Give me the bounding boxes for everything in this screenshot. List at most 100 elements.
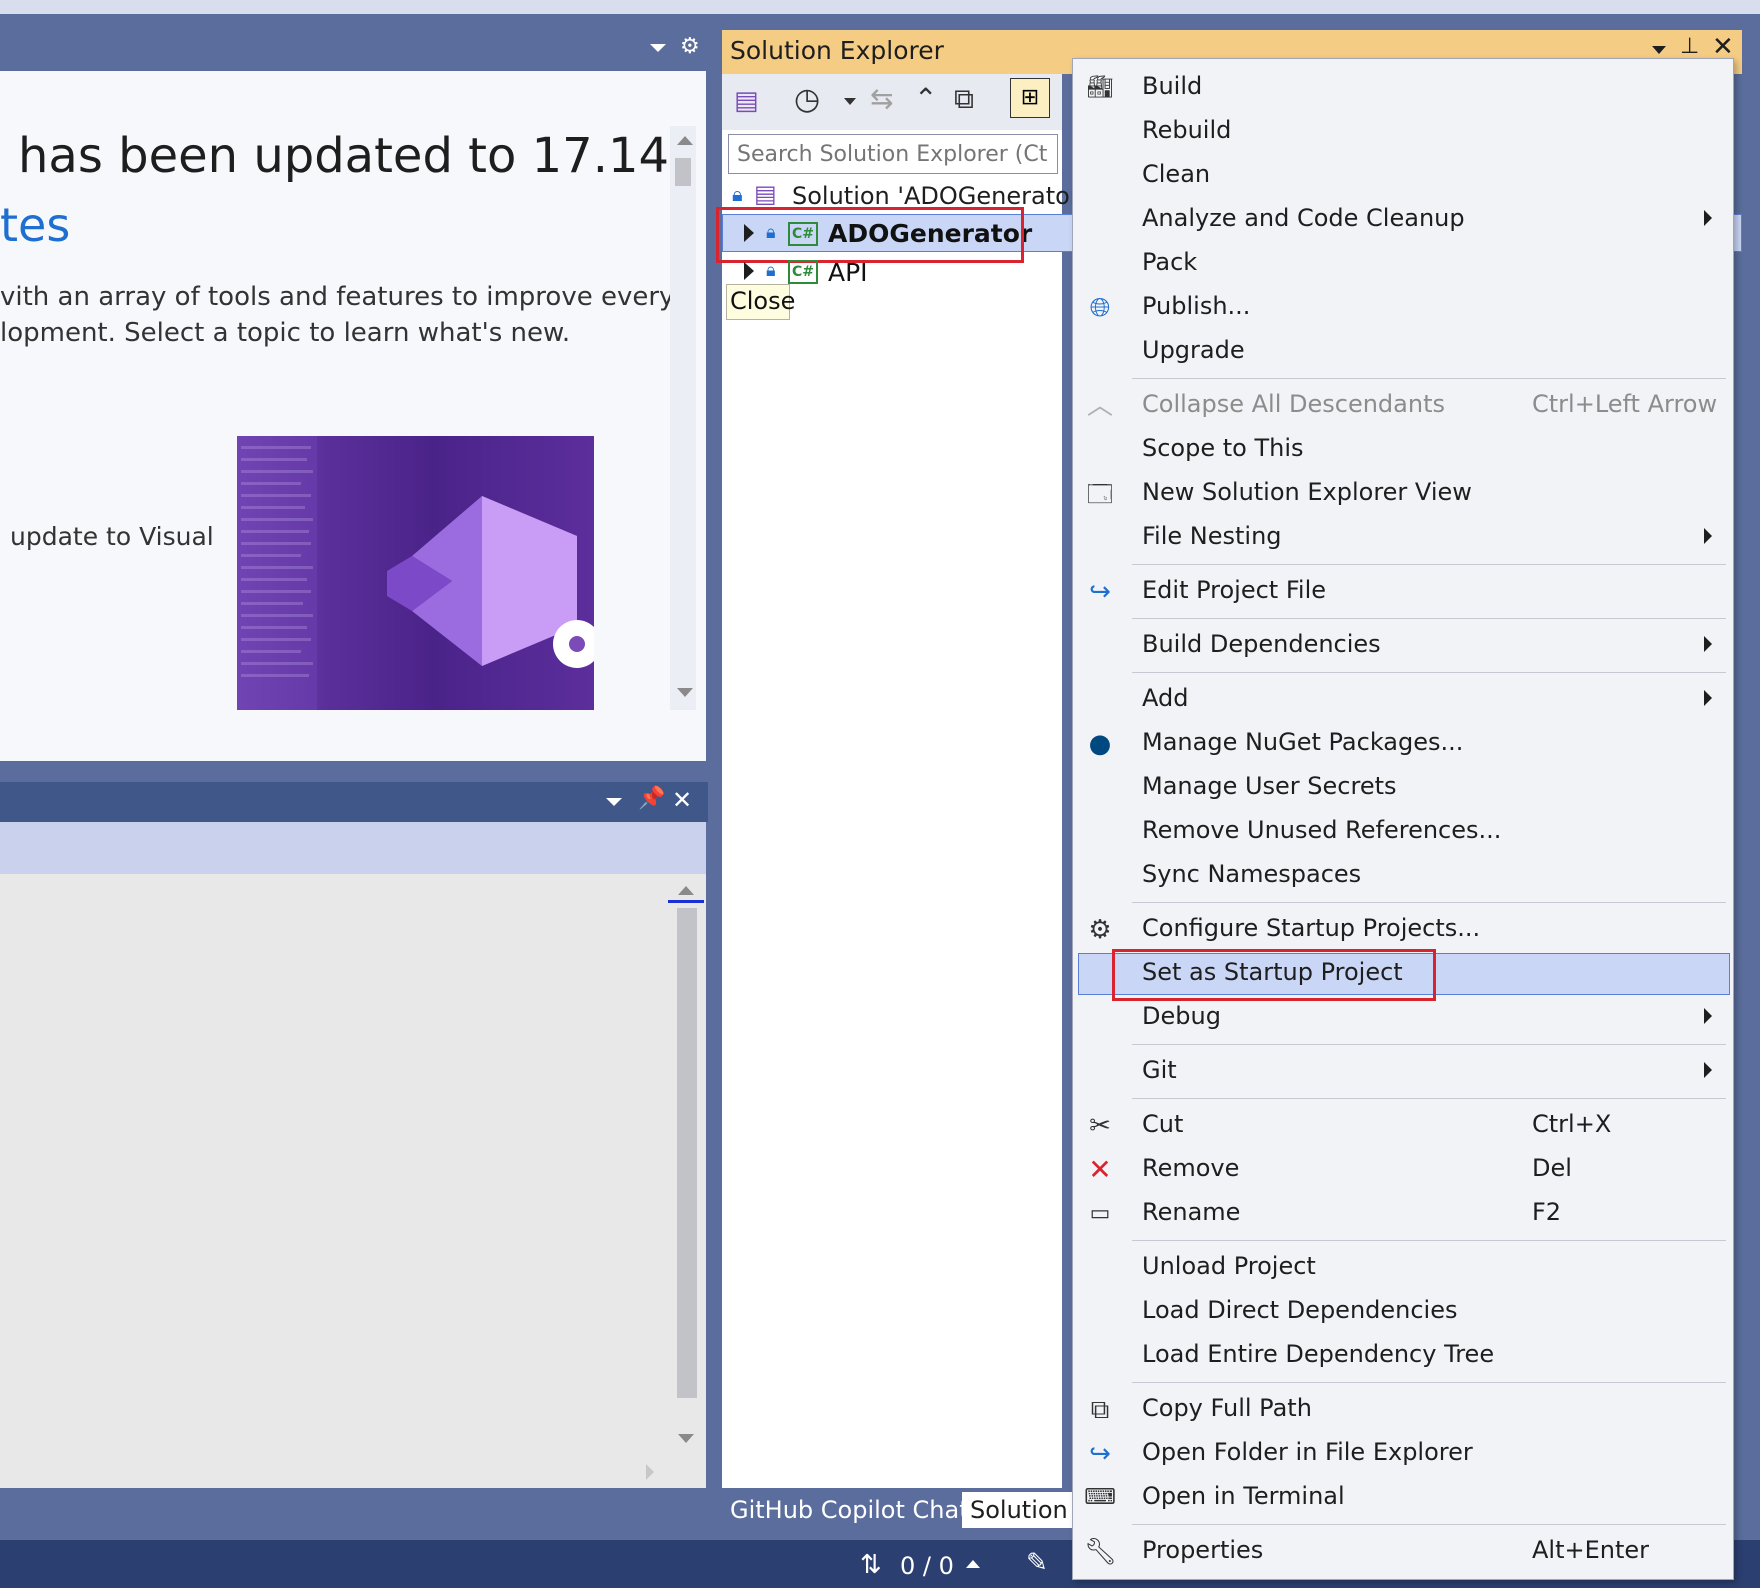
menu-item-manage-nuget-packages[interactable]: ● Manage NuGet Packages... — [1074, 724, 1730, 766]
menu-separator — [1132, 1524, 1726, 1525]
filter-icon[interactable]: ⊞ — [1010, 78, 1050, 118]
menu-item-open-folder-in-file-explorer[interactable]: ↪ Open Folder in File Explorer — [1074, 1434, 1730, 1476]
menu-separator — [1132, 1098, 1726, 1099]
menu-item-git[interactable]: Git — [1074, 1052, 1730, 1094]
menu-item-configure-startup-projects[interactable]: ⚙ Configure Startup Projects... — [1074, 910, 1730, 952]
submenu-arrow-icon — [1704, 210, 1712, 226]
menu-item-edit-project-file[interactable]: ↪ Edit Project File — [1074, 572, 1730, 614]
description-line-2: lopment. Select a topic to learn what's … — [0, 318, 571, 348]
submenu-arrow-icon — [1704, 690, 1712, 706]
annotation-box — [1112, 949, 1436, 1001]
submenu-arrow-icon — [1704, 528, 1712, 544]
chevron-up-icon: ︿ — [1086, 391, 1113, 421]
menu-item-rebuild[interactable]: Rebuild — [1074, 112, 1730, 154]
solution-explorer-toolbar: ▤ ◷ ⇆ ⌃ ⧉ ⊞ — [722, 74, 1062, 130]
pin-icon[interactable]: ⊥ — [1680, 34, 1699, 59]
visual-studio-promo-image — [237, 436, 594, 710]
menu-item-copy-full-path[interactable]: ⧉ Copy Full Path — [1074, 1390, 1730, 1432]
menu-item-properties[interactable]: 🔧︎ Properties Alt+Enter — [1074, 1532, 1730, 1574]
menu-item-new-solution-explorer-view[interactable]: 🗔︎ New Solution Explorer View — [1074, 474, 1730, 516]
menu-separator — [1132, 378, 1726, 379]
sync-arrows-icon[interactable]: ⇅ — [860, 1550, 882, 1580]
top-strip — [0, 0, 1760, 14]
submenu-arrow-icon — [1704, 636, 1712, 652]
scroll-up-icon[interactable] — [678, 886, 694, 895]
menu-separator — [1132, 1382, 1726, 1383]
terminal-icon: ⌨ — [1084, 1485, 1116, 1510]
menu-item-pack[interactable]: Pack — [1074, 244, 1730, 286]
nuget-icon: ● — [1088, 729, 1112, 759]
history-icon[interactable]: ◷ — [794, 82, 820, 117]
sync-count[interactable]: 0 / 0 — [900, 1552, 954, 1580]
whats-new-scrollbar[interactable] — [670, 126, 696, 710]
menu-item-analyze-code-cleanup[interactable]: Analyze and Code Cleanup — [1074, 200, 1730, 242]
lock-icon: 🔒︎ — [766, 260, 776, 281]
redo-arrow-icon: ↪ — [1089, 577, 1111, 607]
menu-item-publish[interactable]: 🌐︎ Publish... — [1074, 288, 1730, 330]
scroll-right-icon[interactable] — [646, 1464, 654, 1480]
gear-icon: ⚙ — [1088, 915, 1112, 945]
dropdown-icon[interactable] — [844, 98, 856, 105]
tab-solution-explorer[interactable]: Solution E — [962, 1492, 1072, 1528]
scrollbar-thumb[interactable] — [675, 158, 691, 186]
close-icon[interactable]: ✕ — [672, 786, 692, 814]
menu-item-rename[interactable]: ▭ Rename F2 — [1074, 1194, 1730, 1236]
lock-icon: 🔒︎ — [732, 182, 743, 206]
rename-icon: ▭ — [1089, 1201, 1111, 1226]
project-name[interactable]: API — [828, 258, 868, 287]
pin-icon[interactable]: 📌 — [638, 786, 665, 811]
pencil-icon[interactable]: ✎ — [1026, 1548, 1048, 1578]
gear-icon[interactable]: ⚙ — [680, 34, 700, 59]
menu-item-add[interactable]: Add — [1074, 680, 1730, 722]
menu-item-manage-user-secrets[interactable]: Manage User Secrets — [1074, 768, 1730, 810]
menu-item-debug[interactable]: Debug — [1074, 998, 1730, 1040]
wrench-icon: 🔧︎ — [1084, 1537, 1118, 1567]
menu-item-unload-project[interactable]: Unload Project — [1074, 1248, 1730, 1290]
output-panel-header — [0, 782, 708, 822]
output-scrollbar-thumb[interactable] — [677, 908, 697, 1398]
menu-item-clean[interactable]: Clean — [1074, 156, 1730, 198]
new-view-icon: 🗔︎ — [1086, 480, 1114, 508]
scroll-down-icon[interactable] — [677, 688, 693, 697]
menu-item-build[interactable]: 🏭︎ Build — [1074, 68, 1730, 110]
dropdown-icon[interactable] — [1652, 46, 1666, 54]
copy-view-icon[interactable]: ⧉ — [954, 82, 974, 116]
menu-separator — [1132, 672, 1726, 673]
scissors-icon: ✂ — [1089, 1111, 1111, 1141]
menu-item-file-nesting[interactable]: File Nesting — [1074, 518, 1730, 560]
menu-item-remove[interactable]: ✕ Remove Del — [1074, 1150, 1730, 1192]
scroll-up-icon[interactable] — [677, 136, 693, 145]
vs-solution-icon[interactable]: ▤ — [734, 86, 759, 116]
annotation-box — [716, 207, 1024, 263]
sync-icon[interactable]: ⇆ — [870, 82, 893, 115]
scroll-down-icon[interactable] — [678, 1434, 694, 1443]
menu-separator — [1132, 1044, 1726, 1045]
dropdown-icon[interactable] — [650, 44, 666, 52]
build-icon: 🏭︎ — [1086, 75, 1114, 100]
menu-item-collapse-all-descendants: ︿ Collapse All Descendants Ctrl+Left Arr… — [1074, 386, 1730, 428]
solution-explorer-search-input[interactable] — [728, 134, 1058, 174]
expand-icon[interactable] — [744, 262, 754, 280]
dropdown-icon[interactable] — [606, 798, 622, 806]
menu-item-load-direct-dependencies[interactable]: Load Direct Dependencies — [1074, 1292, 1730, 1334]
menu-item-remove-unused-references[interactable]: Remove Unused References... — [1074, 812, 1730, 854]
menu-item-build-dependencies[interactable]: Build Dependencies — [1074, 626, 1730, 668]
collapse-all-icon[interactable]: ⌃ — [914, 82, 937, 115]
red-x-icon: ✕ — [1088, 1153, 1112, 1186]
solution-explorer-title: Solution Explorer — [730, 36, 944, 65]
copy-icon: ⧉ — [1090, 1395, 1110, 1425]
menu-item-open-in-terminal[interactable]: ⌨ Open in Terminal — [1074, 1478, 1730, 1520]
redo-arrow-icon: ↪ — [1089, 1439, 1111, 1469]
menu-item-cut[interactable]: ✂ Cut Ctrl+X — [1074, 1106, 1730, 1148]
up-caret-icon[interactable] — [966, 1560, 980, 1568]
tab-github-copilot-chat[interactable]: GitHub Copilot Chat — [722, 1492, 977, 1528]
menu-separator — [1132, 902, 1726, 903]
menu-item-scope-to-this[interactable]: Scope to This — [1074, 430, 1730, 472]
release-notes-link[interactable]: tes — [0, 198, 70, 252]
solution-icon: ▤ — [754, 180, 777, 208]
menu-item-sync-namespaces[interactable]: Sync Namespaces — [1074, 856, 1730, 898]
menu-item-upgrade[interactable]: Upgrade — [1074, 332, 1730, 374]
menu-item-load-entire-dependency-tree[interactable]: Load Entire Dependency Tree — [1074, 1336, 1730, 1378]
description-line-1: vith an array of tools and features to i… — [0, 282, 675, 312]
csharp-project-icon: C# — [788, 260, 818, 284]
